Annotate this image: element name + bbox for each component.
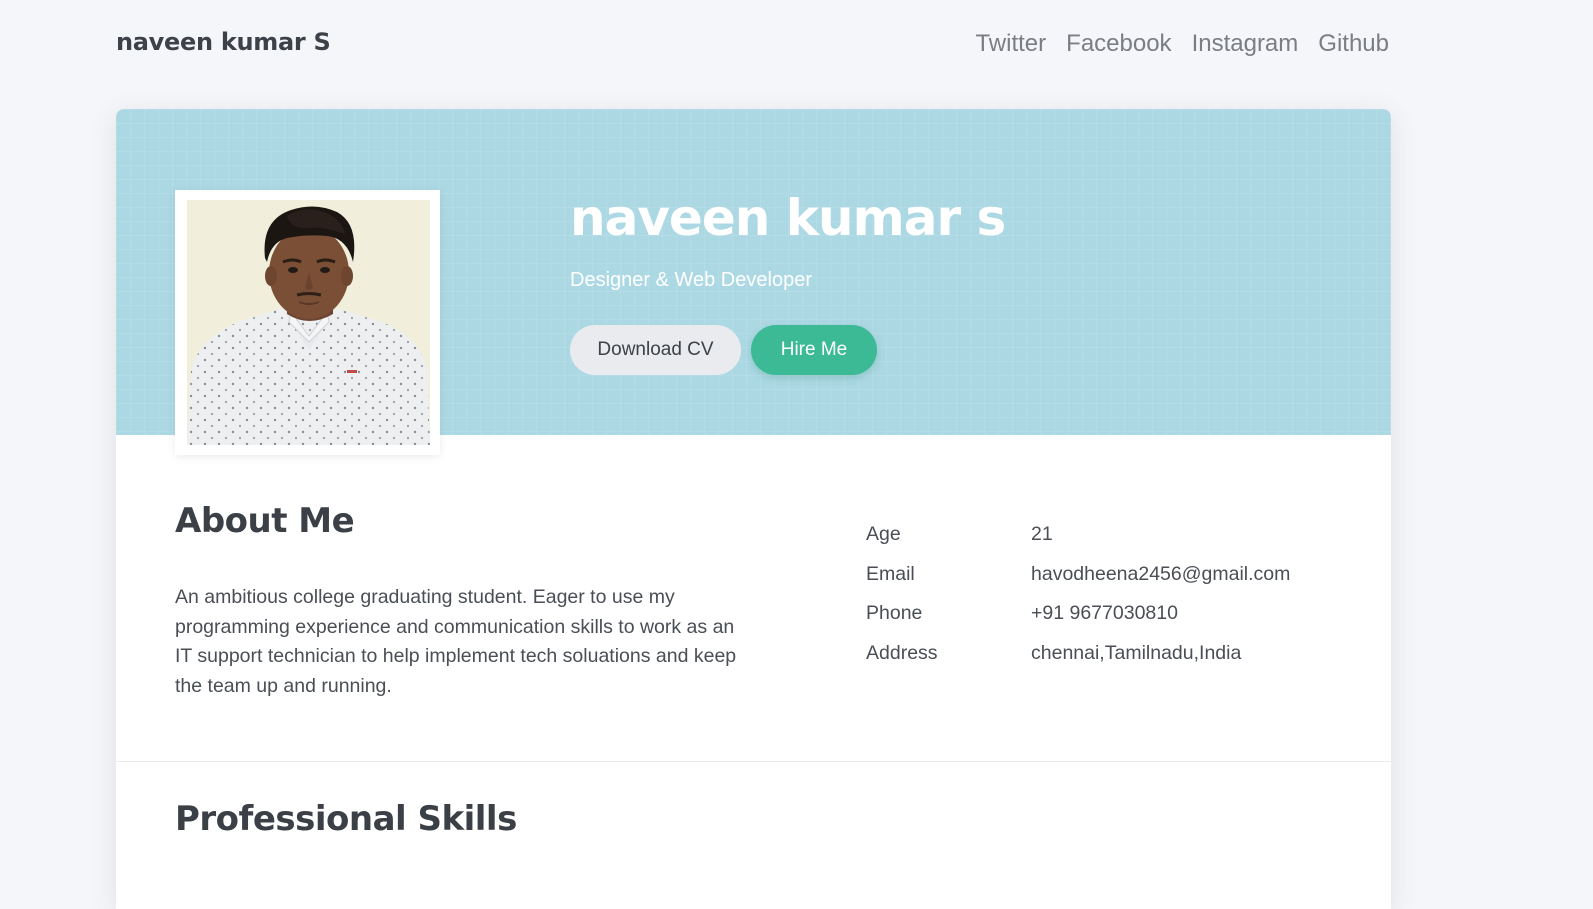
section-divider	[116, 761, 1391, 762]
professional-skills-heading: Professional Skills	[175, 799, 517, 839]
info-value: havodheena2456@gmail.com	[1031, 562, 1291, 585]
profile-photo-frame	[175, 190, 440, 455]
info-label: Age	[866, 523, 901, 545]
info-label: Email	[866, 562, 915, 585]
download-cv-button[interactable]: Download CV	[570, 325, 741, 375]
about-me-heading: About Me	[175, 501, 355, 541]
info-label: Address	[866, 641, 938, 664]
nav-link-facebook[interactable]: Facebook	[1066, 30, 1171, 58]
hire-me-button[interactable]: Hire Me	[751, 325, 877, 375]
hero-name: naveen kumar s	[570, 189, 1006, 247]
nav-link-instagram[interactable]: Instagram	[1192, 30, 1299, 58]
social-nav: Twitter Facebook Instagram Github	[975, 30, 1389, 58]
nav-link-twitter[interactable]: Twitter	[975, 30, 1046, 58]
nav-link-github[interactable]: Github	[1318, 30, 1389, 58]
about-me-text: An ambitious college graduating student.…	[175, 586, 737, 697]
info-value: +91 9677030810	[1031, 602, 1178, 624]
top-navbar: naveen kumar S Twitter Facebook Instagra…	[0, 0, 1593, 108]
profile-photo	[187, 200, 430, 445]
brand-logo[interactable]: naveen kumar S	[116, 28, 331, 56]
hero-role: Designer & Web Developer	[570, 269, 812, 291]
profile-card: naveen kumar s Designer & Web Developer …	[116, 109, 1391, 909]
info-label: Phone	[866, 602, 923, 624]
info-value: chennai,Tamilnadu,India	[1031, 641, 1242, 664]
person-portrait-image	[187, 200, 430, 445]
info-value: 21	[1031, 523, 1053, 545]
